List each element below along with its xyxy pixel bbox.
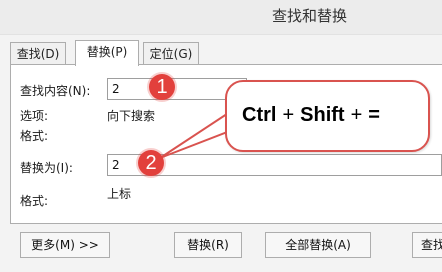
shortcut-plus: +: [350, 104, 363, 126]
tab-find[interactable]: 查找(D): [10, 42, 66, 64]
replace-button[interactable]: 替换(R): [174, 232, 242, 258]
replace-format-value: 上标: [107, 187, 132, 201]
find-format-label: 格式:: [20, 129, 49, 143]
options-label: 选项:: [20, 109, 49, 123]
shortcut-key-shift: Shift: [300, 104, 345, 126]
shortcut-callout: Ctrl + Shift + =: [225, 80, 430, 152]
step-badge-1: 1: [149, 74, 175, 100]
find-what-label: 查找内容(N):: [20, 84, 91, 98]
replace-format-label: 格式:: [20, 194, 49, 208]
tab-goto[interactable]: 定位(G): [143, 42, 199, 64]
more-button[interactable]: 更多(M) >>: [20, 232, 110, 258]
tab-replace[interactable]: 替换(P): [75, 40, 139, 66]
window-title: 查找和替换: [272, 7, 348, 25]
find-next-button[interactable]: 查找: [412, 232, 442, 258]
shortcut-key-ctrl: Ctrl: [242, 104, 277, 126]
options-value: 向下搜索: [107, 109, 156, 123]
step-badge-2: 2: [138, 150, 164, 176]
title-bar: 查找和替换: [0, 0, 442, 35]
find-replace-dialog: 查找和替换 查找(D) 替换(P) 定位(G) 查找内容(N): 2 选项: 向…: [0, 0, 442, 272]
replace-with-label: 替换为(I):: [20, 161, 73, 175]
shortcut-key-equals: =: [368, 104, 380, 126]
shortcut-plus: +: [282, 104, 295, 126]
shortcut-text: Ctrl + Shift + =: [242, 104, 380, 127]
replace-all-button[interactable]: 全部替换(A): [265, 232, 371, 258]
